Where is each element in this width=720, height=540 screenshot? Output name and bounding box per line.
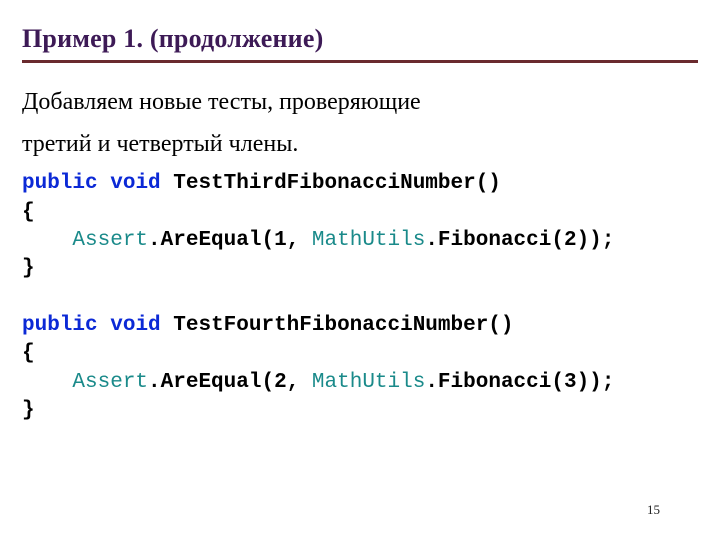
m1-arg2: 2 (564, 229, 577, 252)
brace-close-2: } (22, 399, 35, 422)
call-fib-2: .Fibonacci( (425, 371, 564, 394)
comma-2: , (287, 371, 312, 394)
indent-1 (22, 229, 72, 252)
indent-2 (22, 371, 72, 394)
call-areequal-2: .AreEqual( (148, 371, 274, 394)
class-mathutils-2: MathUtils (312, 371, 425, 394)
method2-name: TestFourthFibonacciNumber() (161, 314, 514, 337)
body-line-1: Добавляем новые тесты, проверяющие (22, 87, 698, 119)
keyword-public: public (22, 172, 98, 195)
keyword-void-2: void (110, 314, 160, 337)
class-assert-2: Assert (72, 371, 148, 394)
page-number: 15 (647, 502, 660, 518)
code-block: public void TestThirdFibonacciNumber() {… (22, 170, 698, 425)
comma-1: , (287, 229, 312, 252)
slide: Пример 1. (продолжение) Добавляем новые … (0, 0, 720, 540)
endcall-2: )); (577, 371, 615, 394)
class-assert-1: Assert (72, 229, 148, 252)
endcall-1: )); (577, 229, 615, 252)
m2-arg1: 2 (274, 371, 287, 394)
m2-arg2: 3 (564, 371, 577, 394)
call-fib-1: .Fibonacci( (425, 229, 564, 252)
method1-name: TestThirdFibonacciNumber() (161, 172, 501, 195)
slide-title: Пример 1. (продолжение) (22, 24, 698, 54)
call-areequal-1: .AreEqual( (148, 229, 274, 252)
keyword-public-2: public (22, 314, 98, 337)
brace-open-1: { (22, 201, 35, 224)
title-rule (22, 60, 698, 63)
body-line-2: третий и четвертый члены. (22, 129, 698, 161)
brace-close-1: } (22, 257, 35, 280)
class-mathutils-1: MathUtils (312, 229, 425, 252)
keyword-void: void (110, 172, 160, 195)
brace-open-2: { (22, 342, 35, 365)
m1-arg1: 1 (274, 229, 287, 252)
